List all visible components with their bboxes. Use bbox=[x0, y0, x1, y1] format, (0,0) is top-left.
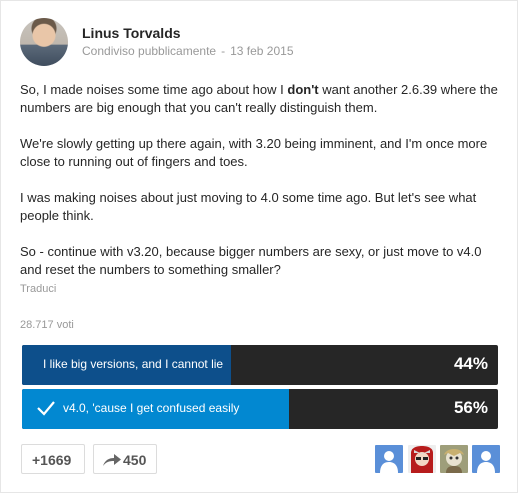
author-name[interactable]: Linus Torvalds bbox=[82, 25, 181, 41]
translate-link[interactable]: Traduci bbox=[20, 283, 56, 295]
voter-avatar[interactable] bbox=[375, 445, 403, 473]
cartoon-avatar-icon bbox=[408, 445, 436, 473]
poll-option-label: v4.0, 'cause I get confused easily bbox=[63, 401, 240, 415]
default-avatar-icon bbox=[375, 445, 403, 473]
plus-one-button[interactable]: +1669 bbox=[21, 444, 85, 474]
share-count: 450 bbox=[123, 452, 147, 468]
post-card: Linus Torvalds Condiviso pubblicamente -1… bbox=[0, 0, 518, 493]
share-button[interactable]: 450 bbox=[93, 444, 157, 474]
voter-avatar[interactable] bbox=[472, 445, 500, 473]
poll-option-big-versions[interactable]: I like big versions, and I cannot lie 44… bbox=[22, 345, 498, 385]
bold-text: don't bbox=[287, 82, 319, 97]
post-paragraph: We're slowly getting up there again, wit… bbox=[20, 136, 488, 169]
voter-avatar[interactable] bbox=[440, 445, 468, 473]
poll-option-label: I like big versions, and I cannot lie bbox=[43, 357, 224, 371]
default-avatar-icon bbox=[472, 445, 500, 473]
post-paragraph: So, I made noises some time ago about ho… bbox=[20, 81, 502, 117]
share-arrow-icon bbox=[103, 454, 121, 466]
post-body: So, I made noises some time ago about ho… bbox=[20, 81, 502, 279]
visibility-label: Condiviso pubblicamente bbox=[82, 44, 217, 58]
cartoon-avatar-icon bbox=[440, 445, 468, 473]
post-date[interactable]: 13 feb 2015 bbox=[230, 44, 293, 58]
author-avatar[interactable] bbox=[20, 18, 68, 66]
meta-separator: - bbox=[221, 44, 226, 58]
poll-option-v40[interactable]: v4.0, 'cause I get confused easily 56% bbox=[22, 389, 498, 429]
text-span: So, I made noises some time ago about ho… bbox=[20, 82, 288, 97]
post-paragraph: I was making noises about just moving to… bbox=[20, 190, 477, 223]
vote-count: 28.717 voti bbox=[20, 319, 74, 331]
checkmark-icon bbox=[37, 401, 55, 416]
post-paragraph: So - continue with v3.20, because bigger… bbox=[20, 244, 482, 277]
poll-option-percent: 44% bbox=[453, 354, 488, 373]
poll-option-percent: 56% bbox=[453, 398, 488, 417]
post-meta: Condiviso pubblicamente -13 feb 2015 bbox=[82, 44, 294, 58]
voter-avatar[interactable] bbox=[408, 445, 436, 473]
plus-one-count: +1669 bbox=[32, 452, 72, 468]
